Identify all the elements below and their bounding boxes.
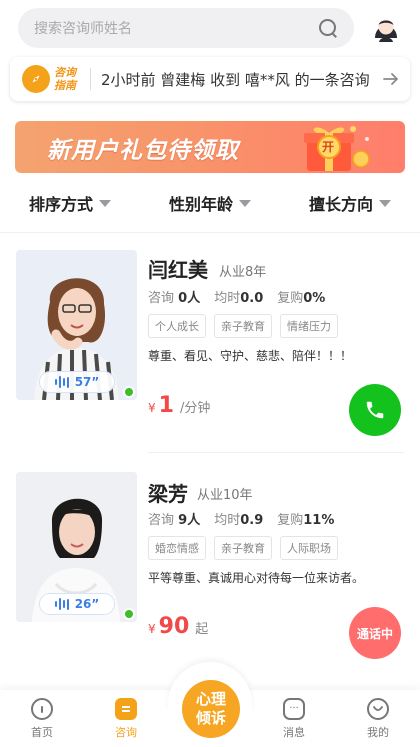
nav-home-label: 首页 [31, 726, 53, 739]
gift-box-icon [304, 126, 370, 171]
consult-guide-notice[interactable]: 咨询指南 2小时前 曾建梅 收到 嘻**风 的一条咨询 [10, 57, 410, 101]
nav-consult[interactable]: 咨询 [96, 698, 156, 740]
online-status-dot [123, 386, 135, 398]
user-avatar-icon[interactable] [370, 12, 402, 44]
nav-home[interactable]: 首页 [12, 698, 72, 740]
filter-bar: 排序方式 性别年龄 擅长方向 [0, 183, 420, 223]
chat-bubble-icon: ··· [283, 698, 305, 720]
filter-sort-label: 排序方式 [28, 195, 93, 214]
voice-duration: 26” [74, 597, 100, 611]
search-placeholder: 搜索咨询师姓名 [34, 21, 132, 37]
sound-wave-icon [54, 598, 69, 610]
in-call-button[interactable]: 通话中 [349, 607, 401, 659]
confide-line1: 心理 [195, 690, 226, 708]
compass-icon [22, 65, 50, 93]
tag: 情绪压力 [280, 314, 338, 338]
smile-icon [367, 698, 389, 720]
stat-repeat: 复购11% [277, 513, 335, 528]
caret-down-icon [99, 199, 111, 207]
consult-guide-label: 咨询指南 [54, 66, 76, 92]
filter-gender-age-label: 性别年龄 [168, 195, 233, 214]
search-icon[interactable] [318, 18, 338, 38]
stat-rating: 均时0.9 [214, 513, 264, 528]
sound-wave-icon [54, 376, 69, 388]
counselor-card[interactable]: 57” 闫红美 从业8年 咨询 0人 均时0.0 复购0% 个人成长 亲子教育 … [0, 250, 420, 460]
filter-specialty-label: 擅长方向 [308, 195, 373, 214]
consult-icon [115, 698, 137, 720]
confide-button[interactable]: 心理 倾诉 [182, 680, 240, 738]
filter-specialty[interactable]: 擅长方向 [280, 183, 420, 223]
consult-guide-logo: 咨询指南 [22, 65, 82, 93]
stat-consult: 咨询 0人 [148, 291, 201, 306]
filter-sort[interactable]: 排序方式 [0, 183, 140, 223]
counselor-years: 从业8年 [219, 265, 267, 280]
banner-title: 新用户礼包待领取 [47, 138, 239, 164]
tag: 婚恋情感 [148, 536, 206, 560]
phone-icon [366, 401, 384, 419]
counselor-years: 从业10年 [197, 488, 253, 503]
notice-divider [90, 68, 91, 90]
gift-box-label: 开 [322, 140, 335, 154]
caret-down-icon [239, 199, 251, 207]
search-input[interactable]: 搜索咨询师姓名 [18, 8, 354, 48]
stat-repeat: 复购0% [277, 291, 326, 306]
counselor-price: ¥ 1 /分钟 [148, 393, 211, 418]
counselor-price: ¥ 90 起 [148, 614, 209, 639]
top-bar: 搜索咨询师姓名 [0, 0, 420, 56]
voice-duration: 57” [74, 375, 100, 389]
counselor-card[interactable]: 26” 梁芳 从业10年 咨询 9人 均时0.9 复购11% 婚恋情感 亲子教育… [0, 472, 420, 682]
online-status-dot [123, 608, 135, 620]
nav-messages[interactable]: ··· 消息 [264, 698, 324, 740]
counselor-stats: 咨询 0人 均时0.0 复购0% [148, 287, 325, 306]
nav-mine-label: 我的 [367, 726, 389, 739]
new-user-gift-banner[interactable]: 新用户礼包待领取 开 [15, 121, 405, 173]
card-divider [148, 452, 404, 453]
filter-divider [0, 232, 420, 233]
tag: 人际职场 [280, 536, 338, 560]
counselor-stats: 咨询 9人 均时0.9 复购11% [148, 509, 334, 528]
notice-message: 2小时前 曾建梅 收到 嘻**风 的一条咨询 [101, 70, 370, 89]
tag: 亲子教育 [214, 314, 272, 338]
home-icon [31, 698, 53, 720]
confide-line2: 倾诉 [195, 709, 226, 727]
nav-messages-label: 消息 [283, 726, 305, 739]
call-button[interactable] [349, 384, 401, 436]
counselor-photo[interactable]: 26” [16, 472, 137, 622]
counselor-tags: 婚恋情感 亲子教育 人际职场 [148, 536, 338, 560]
tag: 亲子教育 [214, 536, 272, 560]
nav-consult-label: 咨询 [115, 726, 137, 739]
caret-down-icon [379, 199, 391, 207]
counselor-description: 尊重、看见、守护、慈悲、陪伴！！！ [148, 349, 353, 363]
counselor-description: 平等尊重、真诚用心对待每一位来访者。 [148, 571, 365, 585]
tag: 个人成长 [148, 314, 206, 338]
counselor-tags: 个人成长 亲子教育 情绪压力 [148, 314, 338, 338]
arrow-right-icon[interactable] [382, 70, 400, 88]
stat-consult: 咨询 9人 [148, 513, 201, 528]
voice-intro-button[interactable]: 57” [40, 372, 114, 392]
counselor-photo[interactable]: 57” [16, 250, 137, 400]
counselor-name: 梁芳 [148, 482, 188, 506]
filter-gender-age[interactable]: 性别年龄 [140, 183, 280, 223]
stat-rating: 均时0.0 [214, 291, 264, 306]
nav-mine[interactable]: 我的 [348, 698, 408, 740]
voice-intro-button[interactable]: 26” [40, 594, 114, 614]
counselor-name: 闫红美 [148, 258, 208, 282]
